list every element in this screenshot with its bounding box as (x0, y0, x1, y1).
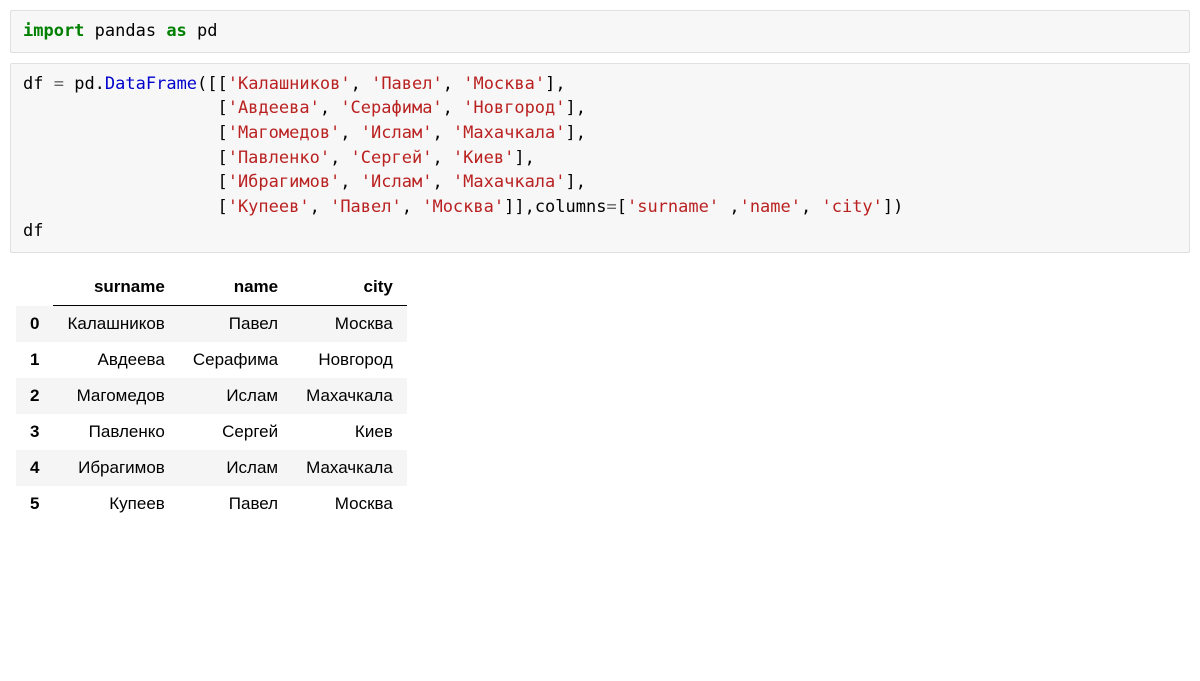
keyword-as: as (166, 21, 186, 41)
code-text: , (330, 148, 350, 168)
code-text: , (801, 197, 821, 217)
cell-city: Махачкала (292, 378, 407, 414)
string-literal: 'Сергей' (351, 148, 433, 168)
code-text: ], (566, 98, 586, 118)
cell-surname: Калашников (53, 306, 178, 343)
cell-name: Павел (179, 306, 292, 343)
row-index: 5 (16, 486, 53, 522)
index-header (16, 269, 53, 306)
code-text: df (23, 221, 43, 241)
string-literal: 'Киев' (453, 148, 514, 168)
string-literal: 'Москва' (463, 74, 545, 94)
row-index: 0 (16, 306, 53, 343)
string-literal: 'Серафима' (340, 98, 442, 118)
code-text: , (310, 197, 330, 217)
code-text: ], (566, 172, 586, 192)
row-index: 3 (16, 414, 53, 450)
code-cell-1: import pandas as pd (10, 10, 1190, 53)
string-literal: 'Купеев' (228, 197, 310, 217)
output-area: surname name city 0 Калашников Павел Мос… (10, 263, 1190, 522)
string-literal: 'Павел' (330, 197, 402, 217)
code-text: , (443, 74, 463, 94)
code-text: , (340, 172, 360, 192)
operator: = (54, 74, 64, 94)
cell-surname: Магомедов (53, 378, 178, 414)
code-text: , (432, 148, 452, 168)
cell-name: Павел (179, 486, 292, 522)
cell-surname: Авдеева (53, 342, 178, 378)
code-text: [ (617, 197, 627, 217)
code-text: df (23, 74, 54, 94)
string-literal: 'Ислам' (361, 172, 433, 192)
code-text: [ (23, 148, 228, 168)
cell-surname: Купеев (53, 486, 178, 522)
table-header-row: surname name city (16, 269, 407, 306)
code-text: , (351, 74, 371, 94)
table-row: 1 Авдеева Серафима Новгород (16, 342, 407, 378)
cell-city: Москва (292, 306, 407, 343)
cell-surname: Ибрагимов (53, 450, 178, 486)
code-text: ([[ (197, 74, 228, 94)
column-header: surname (53, 269, 178, 306)
string-literal: 'Ислам' (361, 123, 433, 143)
row-index: 4 (16, 450, 53, 486)
code-text: [ (23, 123, 228, 143)
keyword-import: import (23, 21, 84, 41)
code-text: , (432, 172, 452, 192)
table-row: 2 Магомедов Ислам Махачкала (16, 378, 407, 414)
string-literal: 'Авдеева' (228, 98, 320, 118)
call-dataframe: DataFrame (105, 74, 197, 94)
code-text: pd (187, 21, 218, 41)
code-text: [ (23, 98, 228, 118)
table-row: 0 Калашников Павел Москва (16, 306, 407, 343)
string-literal: 'Павленко' (228, 148, 330, 168)
cell-city: Махачкала (292, 450, 407, 486)
cell-name: Ислам (179, 450, 292, 486)
string-literal: 'Махачкала' (453, 172, 566, 192)
cell-name: Сергей (179, 414, 292, 450)
code-text: pandas (84, 21, 166, 41)
table-row: 5 Купеев Павел Москва (16, 486, 407, 522)
dataframe-table: surname name city 0 Калашников Павел Мос… (16, 269, 407, 522)
string-literal: 'surname' (627, 197, 719, 217)
cell-name: Ислам (179, 378, 292, 414)
string-literal: 'Москва' (422, 197, 504, 217)
cell-city: Киев (292, 414, 407, 450)
string-literal: 'Калашников' (228, 74, 351, 94)
code-text: , (320, 98, 340, 118)
code-text: pd. (64, 74, 105, 94)
string-literal: 'Павел' (371, 74, 443, 94)
code-cell-2: df = pd.DataFrame([['Калашников', 'Павел… (10, 63, 1190, 253)
code-text: , (340, 123, 360, 143)
cell-city: Москва (292, 486, 407, 522)
code-text: [ (23, 197, 228, 217)
cell-city: Новгород (292, 342, 407, 378)
cell-name: Серафима (179, 342, 292, 378)
code-text: ]],columns (504, 197, 606, 217)
column-header: city (292, 269, 407, 306)
table-row: 3 Павленко Сергей Киев (16, 414, 407, 450)
string-literal: 'name' (740, 197, 801, 217)
code-text: , (443, 98, 463, 118)
code-text: , (432, 123, 452, 143)
code-text: [ (23, 172, 228, 192)
code-text: ]) (883, 197, 903, 217)
operator: = (606, 197, 616, 217)
string-literal: 'Новгород' (463, 98, 565, 118)
code-text: ], (514, 148, 534, 168)
string-literal: 'Магомедов' (228, 123, 341, 143)
row-index: 1 (16, 342, 53, 378)
column-header: name (179, 269, 292, 306)
table-row: 4 Ибрагимов Ислам Махачкала (16, 450, 407, 486)
row-index: 2 (16, 378, 53, 414)
code-text: , (719, 197, 739, 217)
string-literal: 'Махачкала' (453, 123, 566, 143)
code-text: ], (566, 123, 586, 143)
code-text: ], (545, 74, 565, 94)
cell-surname: Павленко (53, 414, 178, 450)
string-literal: 'Ибрагимов' (228, 172, 341, 192)
string-literal: 'city' (821, 197, 882, 217)
code-text: , (402, 197, 422, 217)
